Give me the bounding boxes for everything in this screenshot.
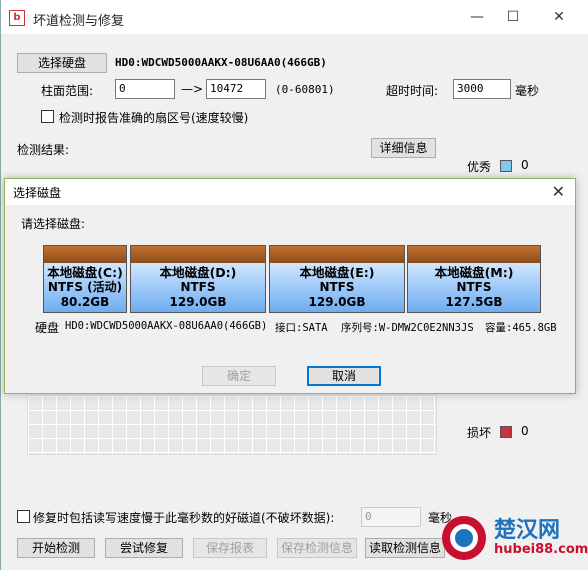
dialog-title: 选择磁盘 [13, 186, 62, 200]
disk-tile-header [408, 246, 540, 263]
disk-tile-header [270, 246, 404, 263]
dialog-prompt: 请选择磁盘: [21, 217, 86, 231]
maximize-button[interactable]: ☐ [493, 4, 533, 30]
disk-tile-header [44, 246, 126, 263]
report-sector-label: 检测时报告准确的扇区号(速度较慢) [59, 111, 249, 125]
legend-damaged-label: 损坏 [467, 426, 492, 440]
legend-damaged-count: 0 [521, 424, 529, 438]
watermark-en: hubei88.com [494, 542, 588, 557]
cylinder-to-input[interactable]: 10472 [206, 79, 266, 99]
disk-name: 本地磁盘(E:) [299, 265, 375, 280]
dialog-cancel-button[interactable]: 取消 [307, 366, 381, 386]
disk-size: 129.0GB [169, 295, 227, 309]
legend-excellent-count: 0 [521, 158, 529, 172]
watermark-logo-icon [442, 516, 486, 560]
disk-size: 80.2GB [60, 295, 110, 309]
timeout-unit: 毫秒 [515, 84, 540, 98]
cylinder-range-hint: (0-60801) [275, 83, 335, 96]
disk-fs: NTFS [319, 280, 355, 294]
timeout-input[interactable]: 3000 [453, 79, 511, 99]
dialog-serial: 序列号:W-DMW2C0E2NN3JS [341, 322, 474, 334]
disk-name: 本地磁盘(M:) [434, 265, 514, 280]
dialog-close-button[interactable]: ✕ [552, 182, 565, 201]
repair-ms-input[interactable]: 0 [361, 507, 421, 527]
disk-tile-e[interactable]: 本地磁盘(E:) NTFS 129.0GB [269, 245, 405, 313]
load-scan-info-button[interactable]: 读取检测信息 [365, 538, 445, 558]
save-scan-info-button[interactable]: 保存检测信息 [277, 538, 357, 558]
legend-excellent-label: 优秀 [467, 160, 492, 174]
try-repair-button[interactable]: 尝试修复 [105, 538, 183, 558]
timeout-label: 超时时间: [386, 84, 439, 98]
app-icon: b [9, 10, 25, 26]
dialog-disk-model: HD0:WDCWD5000AAKX-08U6AA0(466GB) [65, 320, 268, 332]
scan-result-grid [27, 395, 437, 455]
disk-tile-c[interactable]: 本地磁盘(C:) NTFS (活动) 80.2GB [43, 245, 127, 313]
disk-size: 127.5GB [445, 295, 503, 309]
close-button[interactable]: ✕ [539, 4, 579, 30]
dialog-disk-label: 硬盘 [35, 321, 60, 335]
legend-damaged-swatch [500, 426, 512, 438]
disk-fs: NTFS [456, 280, 492, 294]
cylinder-from-input[interactable]: 0 [115, 79, 175, 99]
dialog-title-bar: 选择磁盘 ✕ [5, 179, 575, 205]
results-label: 检测结果: [17, 143, 70, 157]
repair-slow-tracks-label: 修复时包括读写速度慢于此毫秒数的好磁道(不破坏数据): [33, 511, 335, 525]
disk-info-text: HD0:WDCWD5000AAKX-08U6AA0(466GB) [115, 56, 327, 69]
dialog-ok-button[interactable]: 确定 [202, 366, 276, 386]
legend-excellent-swatch [500, 160, 512, 172]
range-arrow: —> [181, 82, 204, 96]
disk-size: 129.0GB [308, 295, 366, 309]
report-sector-checkbox[interactable] [41, 110, 54, 123]
disk-fs: NTFS [180, 280, 216, 294]
title-bar: b 坏道检测与修复 — ☐ ✕ [1, 0, 588, 34]
disk-fs: NTFS (活动) [47, 280, 123, 294]
dialog-interface: 接口:SATA [275, 322, 328, 334]
watermark-cn: 楚汉网 [494, 518, 561, 543]
dialog-capacity: 容量:465.8GB [485, 322, 557, 334]
select-disk-button[interactable]: 选择硬盘 [17, 53, 107, 73]
detail-info-button[interactable]: 详细信息 [371, 138, 436, 158]
disk-tile-d[interactable]: 本地磁盘(D:) NTFS 129.0GB [130, 245, 266, 313]
repair-slow-tracks-checkbox[interactable] [17, 510, 30, 523]
select-disk-dialog: 选择磁盘 ✕ 请选择磁盘: 本地磁盘(C:) NTFS (活动) 80.2GB … [4, 178, 576, 394]
save-report-button[interactable]: 保存报表 [193, 538, 267, 558]
disk-tile-header [131, 246, 265, 263]
disk-tile-m[interactable]: 本地磁盘(M:) NTFS 127.5GB [407, 245, 541, 313]
start-scan-button[interactable]: 开始检测 [17, 538, 95, 558]
disk-name: 本地磁盘(C:) [47, 265, 123, 280]
disk-name: 本地磁盘(D:) [159, 265, 237, 280]
minimize-button[interactable]: — [457, 4, 497, 30]
cylinder-range-label: 柱面范围: [41, 84, 94, 98]
window-title: 坏道检测与修复 [33, 14, 125, 29]
watermark: 楚汉网 hubei88.com [436, 508, 588, 568]
